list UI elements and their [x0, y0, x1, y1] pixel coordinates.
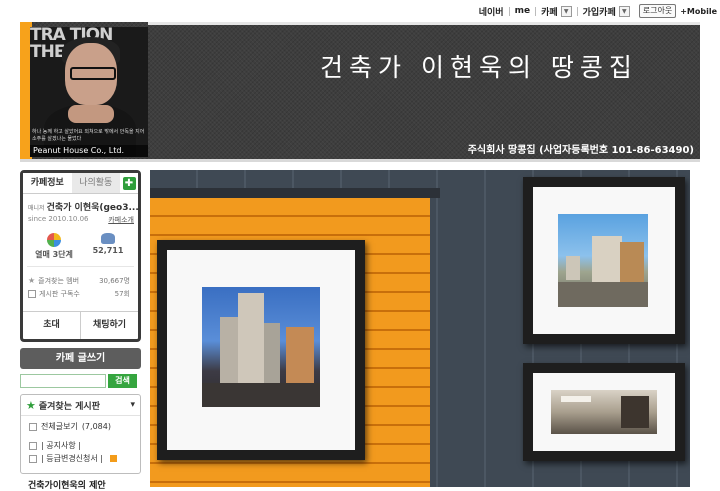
member-count-value: 52,711 [92, 246, 124, 255]
cafe-stats: 열매 3단계 52,711 [23, 225, 138, 260]
board-notice[interactable]: | 공지사항 | [21, 439, 140, 452]
picture-frame-large [157, 240, 365, 460]
house-building [620, 242, 644, 282]
logout-button[interactable]: 로그아웃 [638, 4, 677, 18]
skylight [561, 396, 591, 402]
manager-name[interactable]: 건축가 이현욱(geo3... [47, 203, 138, 213]
header-top-line [148, 22, 700, 25]
house-photo [558, 214, 648, 307]
checkbox-icon [28, 289, 36, 298]
tab-my-activity[interactable]: 나의활동 [71, 173, 120, 193]
cafe-manager: 매니저 건축가 이현욱(geo3... [23, 194, 138, 213]
house-building [592, 236, 622, 282]
interior-photo [551, 390, 657, 434]
level-icon [47, 233, 61, 247]
board-subs-label: 게시판 구독수 [39, 289, 80, 298]
cafe-extra-stats: ★ 즐겨찾는 멤버 30,667명 게시판 구독수 57회 [27, 266, 134, 300]
nav-naver[interactable]: 네이버 [474, 5, 509, 18]
info-tabs: 카페정보 나의활동 ✚ [23, 173, 138, 194]
main-banner-image[interactable] [150, 170, 690, 487]
fav-members-value: 30,667명 [99, 276, 130, 285]
picture-frame-bottom-right [523, 363, 685, 461]
cafe-header-banner[interactable]: TRA TION THE 하나 농께 하고 살았어요 외쳐으로 밖에서 안독을 … [20, 22, 700, 162]
nav-joined-cafe[interactable]: 가입카페 ▼ [578, 5, 635, 18]
nav-naver-label: 네이버 [478, 7, 504, 18]
proposal-section-title[interactable]: 건축가이현욱의 제안 [20, 478, 141, 491]
chevron-down-icon[interactable]: ▼ [560, 5, 572, 17]
fav-members-label: 즐겨찾는 멤버 [38, 276, 80, 285]
fav-boards-header[interactable]: ★ 즐겨찾는 게시판 ▾ [21, 395, 140, 416]
sidebar: 카페정보 나의활동 ✚ 매니저 건축가 이현욱(geo3... since 201… [20, 170, 141, 491]
chevron-down-icon[interactable]: ▾ [130, 400, 135, 410]
header-bottom-line [20, 159, 700, 162]
board-subs-row: 게시판 구독수 57회 [28, 287, 130, 300]
nav-cafe-label: 카페 [541, 7, 558, 18]
member-count[interactable]: 52,711 [82, 233, 134, 260]
star-icon: ★ [26, 398, 36, 412]
info-buttons: 초대 채팅하기 [23, 311, 138, 339]
cafe-since-row: since 2010.10.06 카페소개 [23, 213, 138, 225]
level-label: 열매 3단계 [35, 250, 73, 259]
company-info: 주식회사 땅콩집 (사업자등록번호 101-86-63490) [467, 145, 694, 156]
cafe-search: 검색 [20, 374, 141, 388]
photo-brand: Peanut House Co., Ltd. [30, 145, 148, 157]
architect-photo: TRA TION THE 하나 농께 하고 살았어요 외쳐으로 밖에서 안독을 … [30, 27, 148, 157]
nav-me[interactable]: me [510, 6, 535, 16]
nav-cafe[interactable]: 카페 ▼ [536, 5, 577, 18]
search-input[interactable] [20, 374, 106, 388]
nav-joined-cafe-label: 가입카페 [582, 7, 616, 18]
photo-hands [68, 105, 114, 123]
fav-boards-title: 즐겨찾는 게시판 [38, 401, 100, 412]
picture-mat [533, 373, 675, 451]
bookshelf [621, 396, 649, 428]
search-button[interactable]: 검색 [108, 374, 137, 388]
picture-mat [533, 187, 675, 334]
picture-mat [167, 250, 355, 450]
all-posts-label: 전체글보기 [41, 422, 78, 431]
ground [558, 282, 648, 307]
house-building [566, 256, 580, 280]
add-tab[interactable]: ✚ [120, 173, 138, 193]
photo-glasses [70, 67, 116, 80]
board-icon [29, 454, 37, 463]
photo-caption: 하나 농께 하고 살았어요 외쳐으로 밖에서 안독을 지어 소주를 살겠나는 물… [32, 129, 145, 142]
cafe-intro-link[interactable]: 카페소개 [108, 215, 134, 225]
apartment-photo [202, 287, 320, 407]
cafe-level[interactable]: 열매 3단계 [28, 233, 80, 260]
cafe-title: 건축가 이현욱의 땅콩집 [320, 53, 638, 82]
board-subs-value: 57회 [114, 289, 130, 298]
chevron-down-icon[interactable]: ▼ [618, 5, 630, 17]
write-post-button[interactable]: 카페 글쓰기 [20, 348, 141, 369]
top-nav: 네이버 me 카페 ▼ 가입카페 ▼ 로그아웃 +Mobile [474, 3, 720, 19]
notice-label: | 공지사항 | [41, 441, 81, 450]
mobile-link[interactable]: +Mobile [680, 7, 720, 16]
star-icon: ★ [28, 276, 36, 285]
manager-tag: 매니저 [28, 205, 45, 212]
tower-building [220, 317, 238, 387]
board-all-posts[interactable]: 전체글보기 (7,084) [21, 420, 140, 433]
tower-building [238, 293, 264, 385]
grade-label: | 등급변경신청서 | [41, 454, 103, 463]
house-building [286, 327, 314, 383]
all-posts-count: (7,084) [81, 422, 111, 431]
window-frame [150, 188, 440, 198]
fav-members-row: ★ 즐겨찾는 멤버 30,667명 [28, 274, 130, 287]
plus-icon[interactable]: ✚ [122, 176, 136, 190]
nav-me-label: me [514, 6, 531, 16]
cafe-info-box: 카페정보 나의활동 ✚ 매니저 건축가 이현욱(geo3... since 201… [20, 170, 141, 342]
board-icon [29, 441, 37, 450]
tab-cafe-info[interactable]: 카페정보 [23, 173, 72, 193]
ground [202, 383, 320, 407]
tower-building [264, 323, 280, 385]
since-date: since 2010.10.06 [28, 215, 89, 223]
board-icon [29, 422, 37, 431]
picture-frame-top-right [523, 177, 685, 344]
invite-button[interactable]: 초대 [23, 312, 81, 339]
rss-icon[interactable] [110, 455, 117, 462]
board-grade-change[interactable]: | 등급변경신청서 | [21, 452, 140, 465]
members-icon [101, 233, 115, 244]
chat-button[interactable]: 채팅하기 [81, 312, 138, 339]
fav-boards-box: ★ 즐겨찾는 게시판 ▾ 전체글보기 (7,084) | 공지사항 | | 등급변… [20, 394, 141, 474]
